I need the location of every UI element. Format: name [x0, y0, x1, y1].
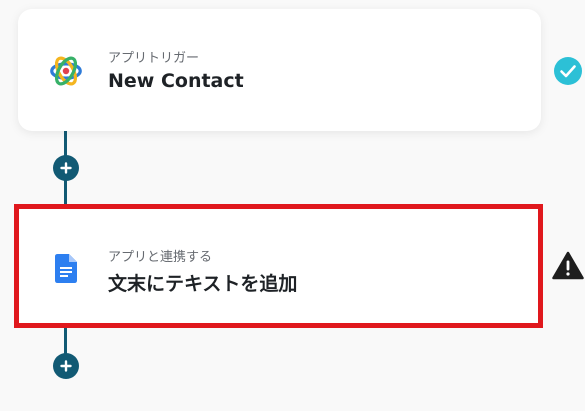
plus-icon: [60, 360, 72, 372]
atom-logo-icon: [46, 51, 86, 91]
google-docs-icon: [54, 253, 78, 283]
trigger-category-label: アプリトリガー: [108, 51, 200, 66]
check-circle-icon: [553, 56, 583, 86]
trigger-title: New Contact: [108, 70, 244, 92]
plus-icon: [60, 162, 72, 174]
warning-icon: [552, 250, 584, 280]
action-step-card[interactable]: アプリと連携する 文末にテキストを追加: [14, 204, 543, 328]
action-title: 文末にテキストを追加: [108, 273, 298, 295]
trigger-step-card[interactable]: アプリトリガー New Contact: [18, 9, 541, 131]
add-step-button[interactable]: [53, 155, 79, 181]
add-step-button-bottom[interactable]: [53, 353, 79, 379]
action-category-label: アプリと連携する: [108, 250, 213, 265]
